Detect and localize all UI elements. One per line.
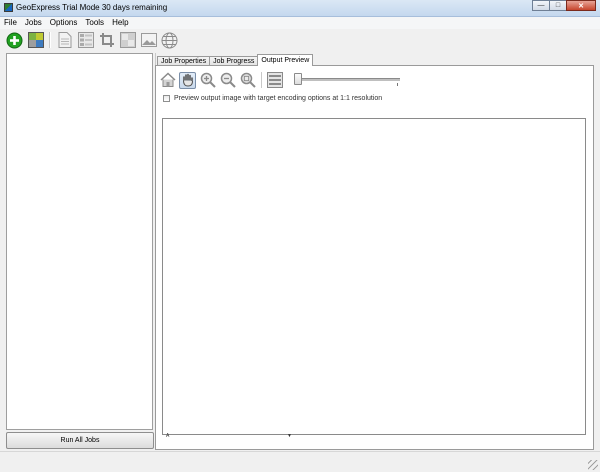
resize-grip-icon[interactable] <box>588 460 598 470</box>
menu-file[interactable]: File <box>0 17 21 29</box>
menu-bar: File Jobs Options Tools Help <box>0 17 600 29</box>
crop-button[interactable] <box>98 32 115 49</box>
app-logo-icon <box>4 3 13 12</box>
minimize-button[interactable]: — <box>532 0 550 11</box>
preview-resolution-checkbox[interactable] <box>163 95 170 102</box>
globe-button[interactable] <box>161 32 178 49</box>
zoom-slider-track <box>294 78 400 81</box>
crop-icon <box>99 33 114 47</box>
list-icon <box>77 32 94 48</box>
preview-canvas[interactable] <box>162 118 586 435</box>
zoom-in-button[interactable] <box>199 72 216 89</box>
document-icon <box>58 32 71 48</box>
picture-icon <box>140 33 157 47</box>
preview-option-row: Preview output image with target encodin… <box>163 95 382 102</box>
scale-marker-mid: ▼ <box>287 433 292 439</box>
menu-options[interactable]: Options <box>46 17 82 29</box>
preview-toolbar-separator <box>261 72 262 88</box>
window-title: GeoExpress Trial Mode 30 days remaining <box>16 3 168 12</box>
picture-button[interactable] <box>140 32 157 49</box>
tab-output-preview[interactable]: Output Preview <box>257 54 314 66</box>
status-bar <box>0 451 600 472</box>
mosaic-icon <box>27 32 44 48</box>
zoom-slider-thumb[interactable] <box>294 73 302 85</box>
mosaic-button[interactable] <box>27 32 44 49</box>
output-preview-panel: Preview output image with target encodin… <box>155 65 594 450</box>
toolbar-separator <box>49 32 51 48</box>
layers-button[interactable] <box>266 72 283 89</box>
zoom-fit-button[interactable] <box>239 72 256 89</box>
main-toolbar <box>0 30 600 50</box>
maximize-button[interactable]: □ <box>549 0 567 11</box>
globe-icon <box>161 32 178 48</box>
document-button[interactable] <box>56 32 73 49</box>
image-gray-icon <box>119 32 136 48</box>
zoom-slider[interactable] <box>294 73 400 87</box>
add-job-button[interactable] <box>6 32 23 49</box>
menu-help[interactable]: Help <box>108 17 132 29</box>
menu-tools[interactable]: Tools <box>81 17 108 29</box>
list-button[interactable] <box>77 32 94 49</box>
jobs-list-panel[interactable] <box>6 53 153 430</box>
window-controls: — □ ✕ <box>532 0 596 11</box>
menu-jobs[interactable]: Jobs <box>21 17 46 29</box>
zoom-fit-icon <box>240 72 256 88</box>
zoom-out-button[interactable] <box>219 72 236 89</box>
run-all-jobs-button[interactable]: Run All Jobs <box>6 432 154 449</box>
preview-toolbar <box>159 71 400 89</box>
add-job-icon <box>6 32 23 48</box>
hand-pan-icon <box>182 73 193 87</box>
zoom-slider-tick <box>397 83 398 86</box>
home-button[interactable] <box>159 72 176 89</box>
image-gray-button[interactable] <box>119 32 136 49</box>
pan-button[interactable] <box>179 71 196 89</box>
app-window: GeoExpress Trial Mode 30 days remaining … <box>0 0 600 472</box>
home-icon <box>159 72 176 87</box>
close-button[interactable]: ✕ <box>566 0 596 11</box>
scale-marker-left: A <box>166 433 170 439</box>
zoom-in-icon <box>200 72 216 88</box>
layers-icon <box>266 72 283 88</box>
zoom-out-icon <box>220 72 236 88</box>
preview-resolution-label: Preview output image with target encodin… <box>174 95 383 102</box>
title-bar[interactable]: GeoExpress Trial Mode 30 days remaining … <box>0 0 600 17</box>
